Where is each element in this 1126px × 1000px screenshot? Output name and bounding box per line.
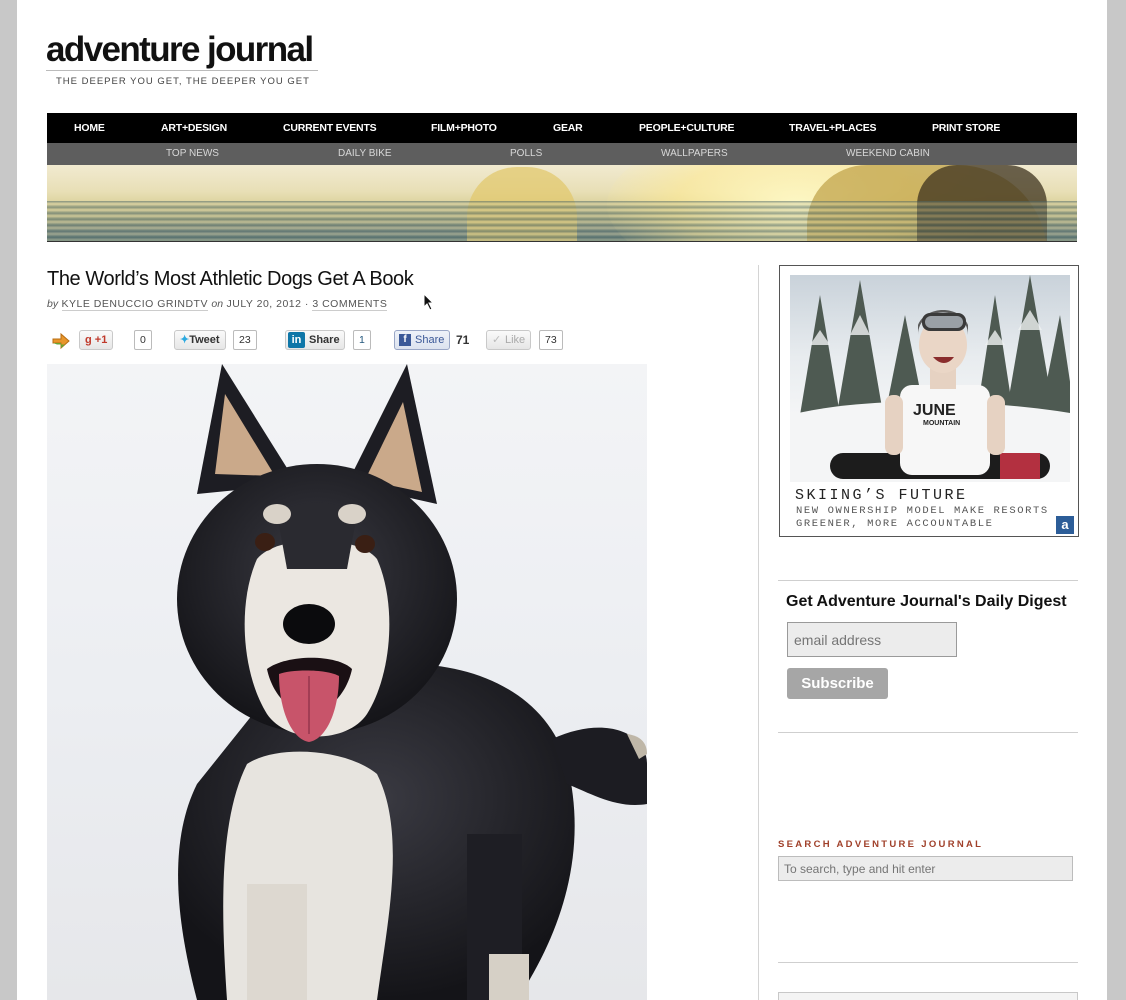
nav-item-current-events[interactable]: CURRENT EVENTS: [283, 113, 377, 143]
subnav-item-top-news[interactable]: TOP NEWS: [166, 143, 219, 165]
subnav-item-polls[interactable]: POLLS: [510, 143, 542, 165]
ad-snowboarder-photo: JUNE MOUNTAIN: [790, 275, 1070, 482]
column-divider: [758, 265, 759, 1000]
linkedin-icon: in: [288, 332, 305, 348]
ad-headline: SKIING’S FUTURE: [795, 487, 968, 504]
google-plus-button[interactable]: g +1: [79, 330, 114, 350]
gplus-g-icon: g: [85, 334, 92, 346]
ad-shirt-text: JUNE: [913, 402, 956, 419]
nav-item-print-store[interactable]: PRINT STORE: [932, 113, 1000, 143]
gplus-label: +1: [94, 334, 108, 346]
thumbs-up-icon: ✓: [492, 334, 502, 346]
facebook-like-button[interactable]: ✓ Like: [486, 330, 532, 350]
site-tagline: THE DEEPER YOU GET, THE DEEPER YOU GET: [56, 76, 310, 87]
newsletter-title: Get Adventure Journal's Daily Digest: [786, 593, 1067, 610]
nav-item-gear[interactable]: GEAR: [553, 113, 583, 143]
linkedin-share-button[interactable]: in Share: [285, 330, 345, 350]
twitter-bird-icon: ✦: [180, 334, 190, 346]
nav-item-art-design[interactable]: ART+DESIGN: [161, 113, 227, 143]
logo-divider: [46, 70, 318, 71]
post-date: JULY 20, 2012: [226, 298, 302, 310]
byline-by: by: [47, 298, 59, 310]
nav-item-film-photo[interactable]: FILM+PHOTO: [431, 113, 497, 143]
share-bar: g +1 0 ✦Tweet 23 in Share 1 f Share 71 ✓…: [47, 330, 647, 352]
facebook-share-label: Share: [415, 334, 445, 346]
sidebar-divider: [778, 580, 1078, 581]
header-banner-image: [47, 165, 1077, 242]
linkedin-count: 1: [353, 330, 371, 350]
facebook-share-count: 71: [456, 333, 470, 347]
newsletter-email-input[interactable]: [787, 622, 957, 657]
nav-item-home[interactable]: HOME: [74, 113, 105, 143]
google-plus-count: 0: [134, 330, 152, 350]
page: adventure journal THE DEEPER YOU GET, TH…: [17, 0, 1107, 1000]
byline-separator: ·: [304, 298, 309, 310]
nav-item-travel-places[interactable]: TRAVEL+PLACES: [789, 113, 877, 143]
post-byline: by KYLE DENUCCIO GRINDTV on JULY 20, 201…: [47, 298, 388, 311]
tweet-label: Tweet: [189, 334, 220, 346]
facebook-icon: f: [399, 334, 411, 346]
post-title[interactable]: The World’s Most Athletic Dogs Get A Boo…: [47, 268, 414, 291]
subnav-item-wallpapers[interactable]: WALLPAPERS: [661, 143, 728, 165]
site-logo[interactable]: adventure journal: [46, 30, 314, 70]
nav-item-people-culture[interactable]: PEOPLE+CULTURE: [639, 113, 735, 143]
comments-link[interactable]: 3 COMMENTS: [312, 298, 388, 311]
ad-subhead: NEW OWNERSHIP MODEL MAKE RESORTS GREENER…: [796, 505, 1049, 530]
linkedin-label: Share: [309, 334, 340, 346]
husky-dog-photo: [47, 364, 647, 1000]
ad-a-logo-icon: a: [1056, 516, 1074, 534]
byline-on: on: [211, 298, 224, 310]
primary-nav: HOME ART+DESIGN CURRENT EVENTS FILM+PHOT…: [47, 113, 1077, 143]
ad-snowboarder-illustration: JUNE MOUNTAIN: [790, 275, 1070, 482]
ad-shirt-subtext: MOUNTAIN: [923, 420, 960, 427]
search-input[interactable]: [778, 856, 1073, 881]
facebook-share-button[interactable]: f Share: [394, 330, 451, 350]
author-link[interactable]: KYLE DENUCCIO GRINDTV: [61, 298, 208, 311]
share-arrow-icon[interactable]: [51, 332, 71, 350]
secondary-nav: TOP NEWS DAILY BIKE POLLS WALLPAPERS WEE…: [47, 143, 1077, 165]
banner-water: [47, 201, 1077, 241]
sidebar-ad[interactable]: JUNE MOUNTAIN SKIING’S FUTURE NEW OWNERS…: [779, 265, 1079, 537]
search-label: SEARCH ADVENTURE JOURNAL: [778, 839, 984, 850]
like-label: Like: [505, 334, 526, 346]
husky-dog-illustration: [177, 364, 647, 1000]
facebook-like-count: 73: [539, 330, 563, 350]
sidebar-widget-box: [778, 992, 1078, 1000]
subnav-item-weekend-cabin[interactable]: WEEKEND CABIN: [846, 143, 930, 165]
subscribe-button[interactable]: Subscribe: [787, 668, 888, 699]
subnav-item-daily-bike[interactable]: DAILY BIKE: [338, 143, 392, 165]
mouse-cursor-icon: [423, 293, 435, 311]
tweet-count: 23: [233, 330, 257, 350]
tweet-button[interactable]: ✦Tweet: [174, 330, 226, 350]
sidebar-divider: [778, 962, 1078, 963]
sidebar-divider: [778, 732, 1078, 733]
